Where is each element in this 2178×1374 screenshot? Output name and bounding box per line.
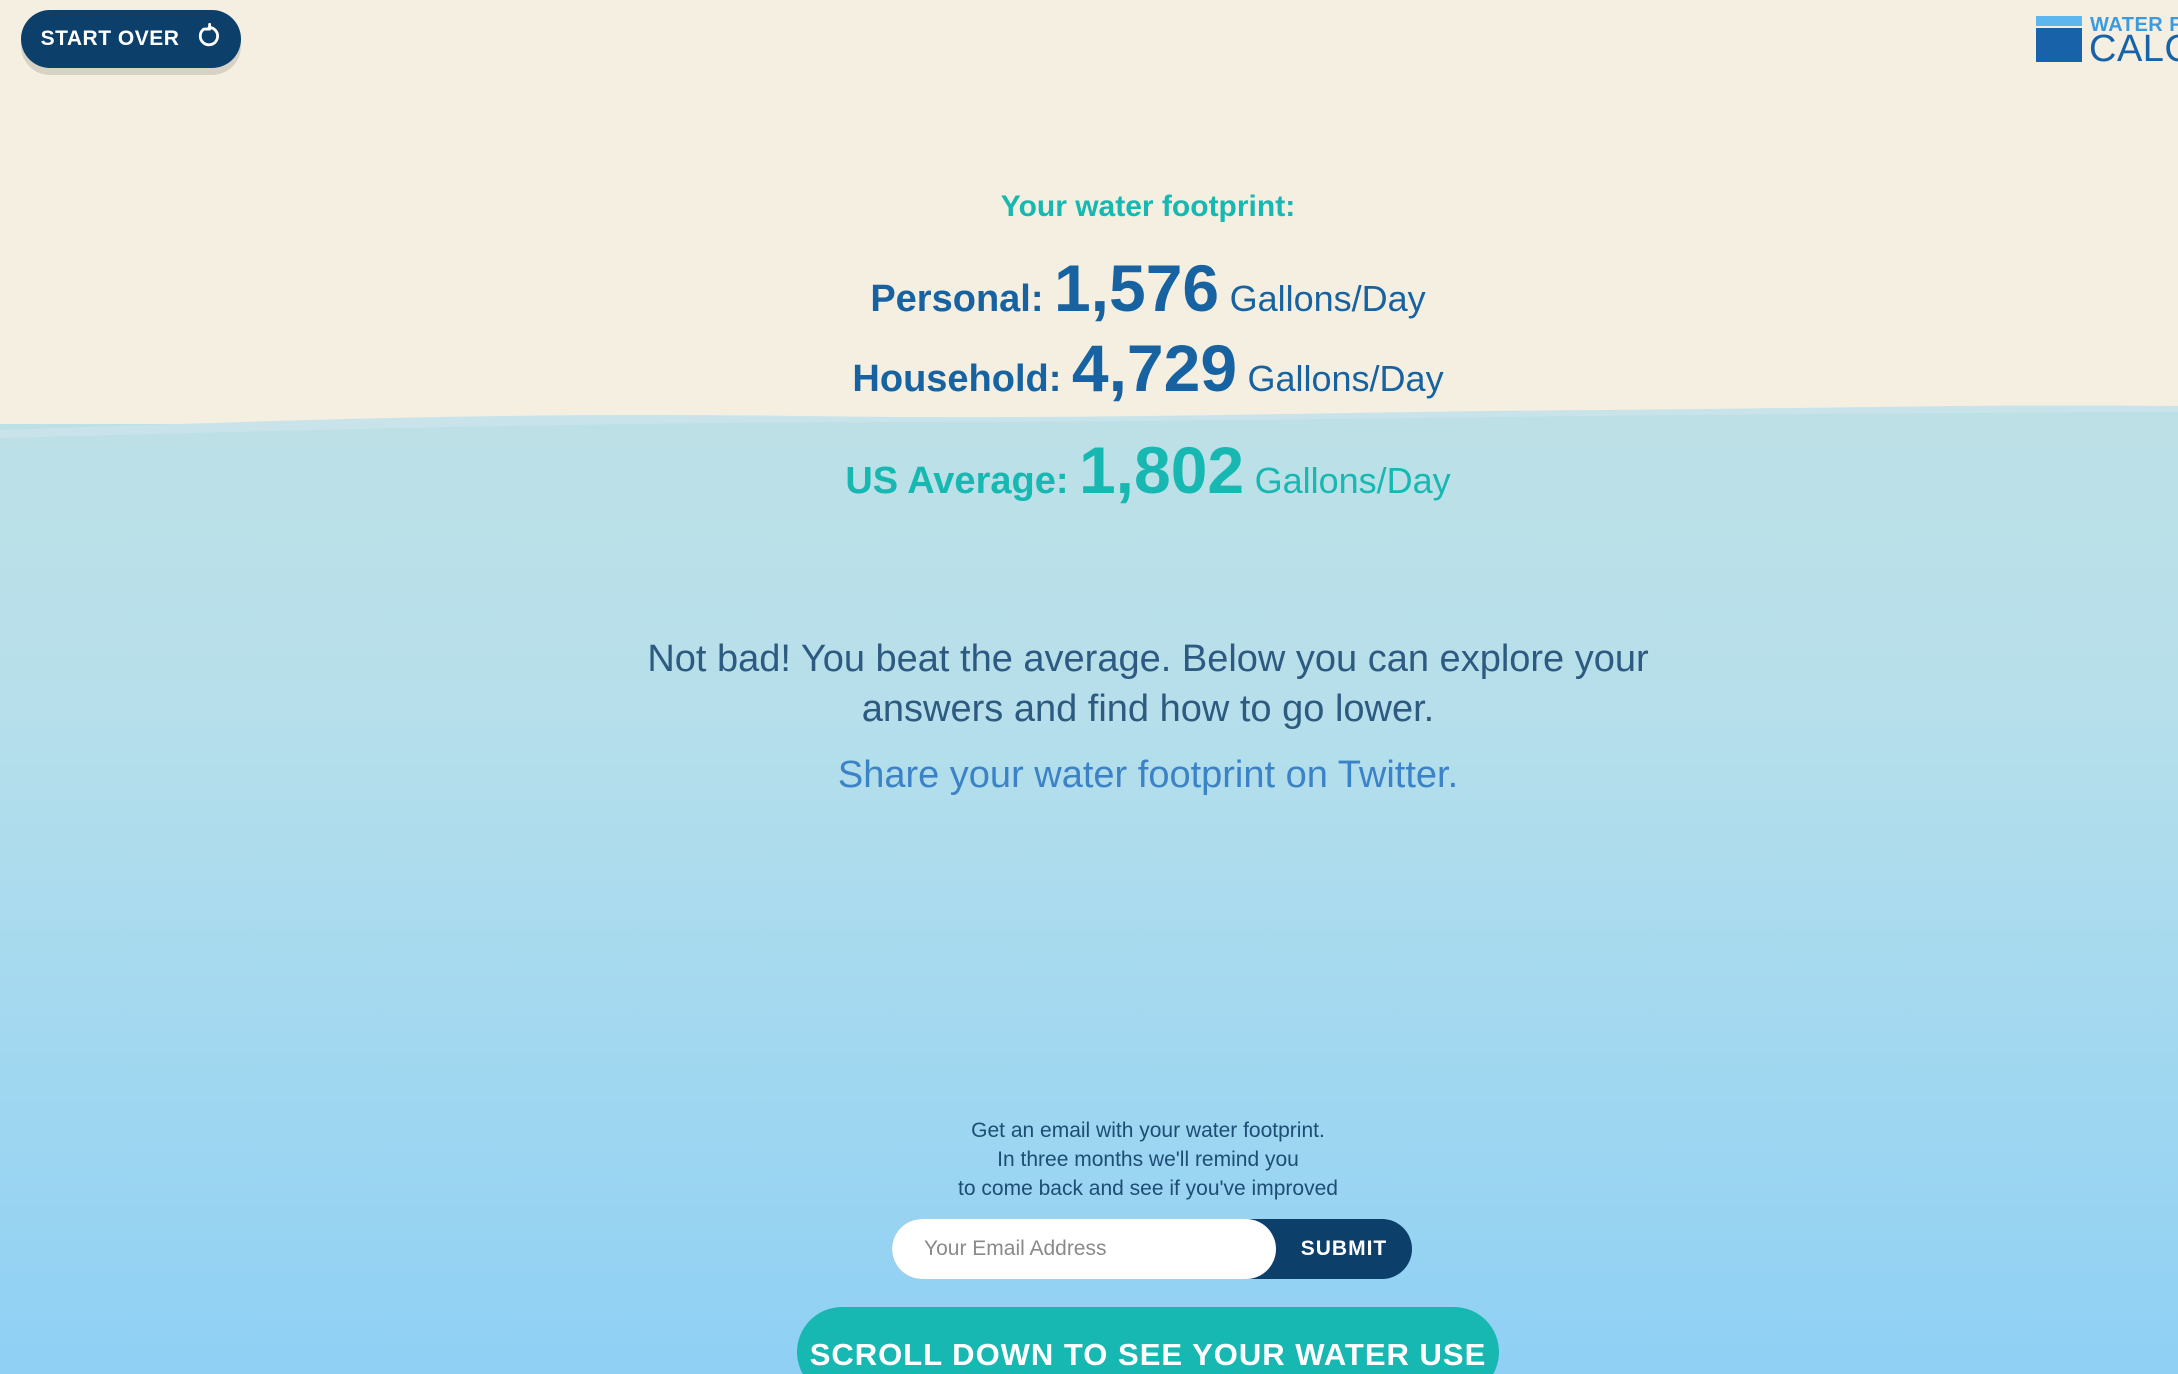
us-average-unit: Gallons/Day — [1254, 460, 1451, 501]
us-average-value: 1,802 — [1078, 433, 1245, 507]
household-value: 4,729 — [1071, 331, 1238, 405]
result-message: Not bad! You beat the average. Below you… — [0, 634, 2178, 734]
submit-button[interactable]: SUBMIT — [1276, 1219, 1412, 1279]
personal-label: Personal: — [870, 278, 1044, 320]
personal-footprint: Personal: 1,576 Gallons/Day — [0, 250, 2178, 326]
start-over-button[interactable]: START OVER — [21, 10, 241, 68]
personal-unit: Gallons/Day — [1229, 278, 1426, 319]
result-message-line-2: answers and find how to go lower. — [861, 688, 1435, 730]
email-signup-text: Get an email with your water footprint. … — [0, 1116, 2178, 1203]
page: START OVER WATER F CALCU Your water foot… — [0, 0, 2178, 1374]
email-text-line-3: to come back and see if you've improved — [958, 1177, 1338, 1200]
us-average-label: US Average: — [845, 460, 1069, 502]
personal-value: 1,576 — [1053, 251, 1220, 325]
start-over-label: START OVER — [40, 27, 180, 50]
household-unit: Gallons/Day — [1247, 358, 1444, 399]
scroll-down-button[interactable]: SCROLL DOWN TO SEE YOUR WATER USE — [797, 1307, 1499, 1374]
us-average-footprint: US Average: 1,802 Gallons/Day — [0, 432, 2178, 508]
logo-text-bottom: CALCU — [2089, 28, 2178, 64]
footprint-heading: Your water footprint: — [1000, 190, 1296, 223]
result-message-line-1: Not bad! You beat the average. Below you… — [647, 638, 1649, 680]
water-calculator-logo[interactable]: WATER F CALCU — [2034, 14, 2178, 64]
email-text-line-2: In three months we'll remind you — [997, 1148, 1299, 1171]
share-twitter: Share your water footprint on Twitter. — [0, 754, 2178, 797]
logo-mark-icon — [2036, 16, 2082, 62]
refresh-icon — [195, 22, 221, 55]
email-input[interactable] — [892, 1219, 1276, 1279]
household-footprint: Household: 4,729 Gallons/Day — [0, 330, 2178, 406]
share-twitter-link[interactable]: Share your water footprint on Twitter — [838, 754, 1448, 796]
household-label: Household: — [852, 358, 1062, 400]
email-text-line-1: Get an email with your water footprint. — [971, 1119, 1325, 1142]
share-trailing-period: . — [1447, 754, 1459, 796]
email-form: SUBMIT — [892, 1219, 1412, 1279]
